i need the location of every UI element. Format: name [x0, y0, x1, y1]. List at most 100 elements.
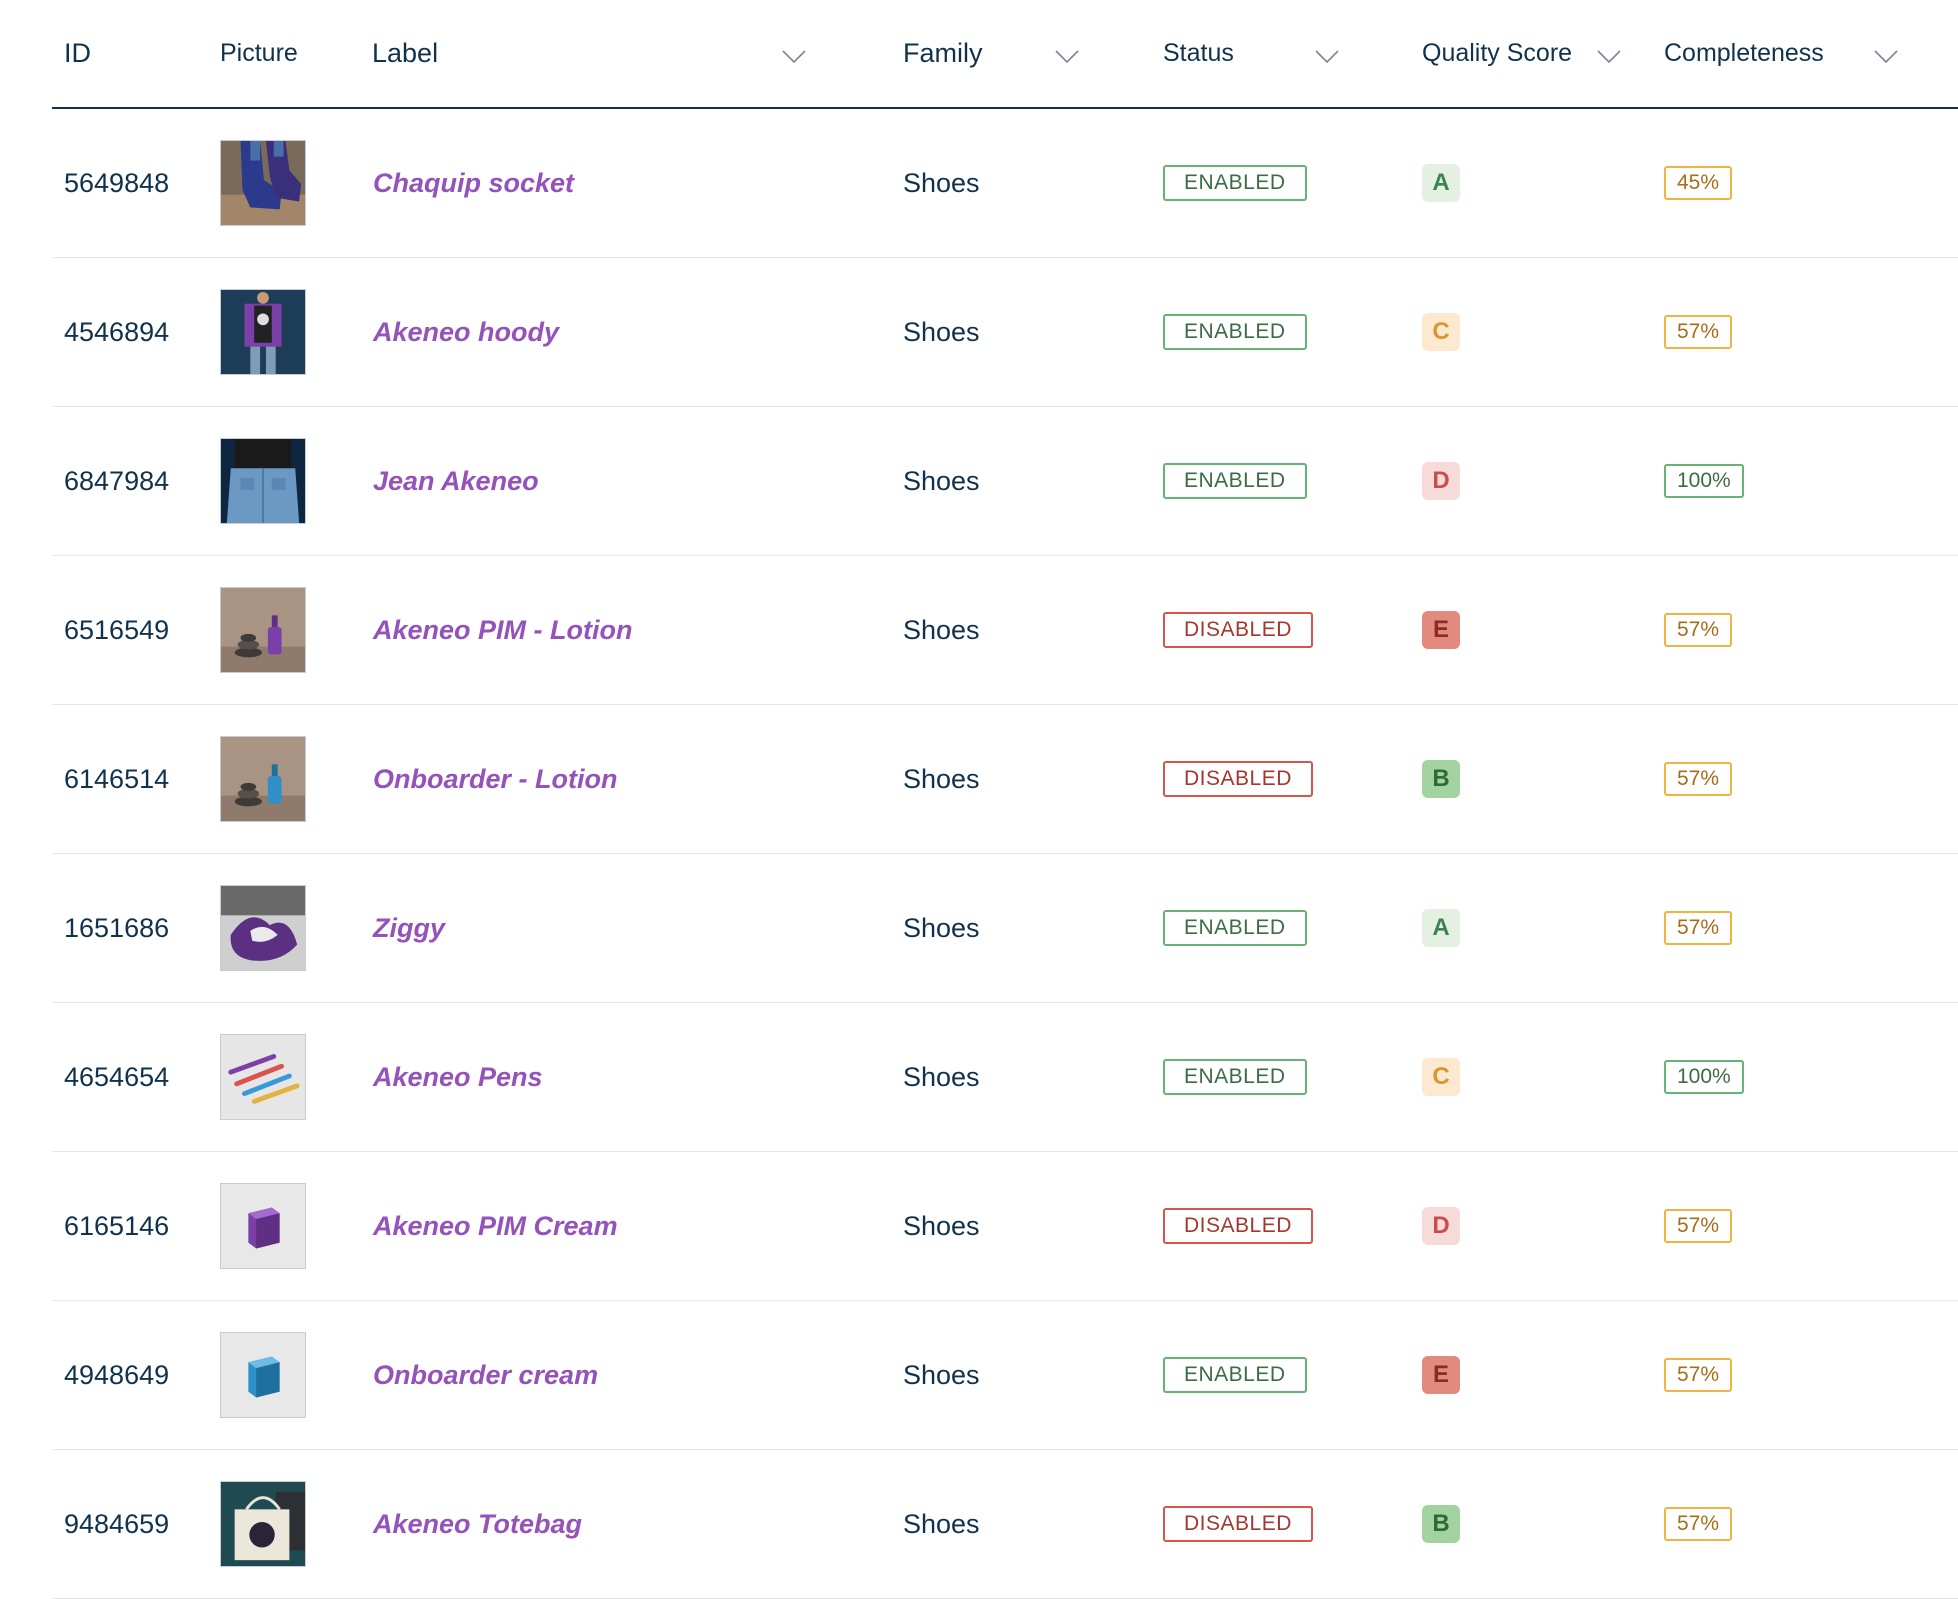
- table-row[interactable]: 4654654 Akeneo Pens Shoes ENABLED C 100%: [52, 1003, 1958, 1152]
- quality-score-badge: A: [1422, 164, 1460, 202]
- table-row[interactable]: 5649848 Chaquip socket Shoes ENABLED A 4…: [52, 109, 1958, 258]
- product-thumbnail[interactable]: [220, 1034, 306, 1120]
- product-label-link[interactable]: Akeneo Totebag: [373, 1450, 873, 1598]
- product-picture-cell: [220, 1301, 340, 1449]
- product-label-link[interactable]: Akeneo hoody: [373, 258, 873, 406]
- status-badge: DISABLED: [1163, 612, 1313, 648]
- product-family: Shoes: [903, 167, 980, 198]
- product-picture-cell: [220, 109, 340, 257]
- product-thumbnail[interactable]: [220, 1481, 306, 1567]
- product-id: 6516549: [64, 614, 170, 645]
- table-row[interactable]: 4948649 Onboarder cream Shoes ENABLED E …: [52, 1301, 1958, 1450]
- completeness-badge: 57%: [1664, 613, 1733, 647]
- quality-score-sort-chevron-icon[interactable]: [1597, 50, 1621, 64]
- status-badge: DISABLED: [1163, 1208, 1313, 1244]
- product-label-link[interactable]: Akeneo Pens: [373, 1003, 873, 1151]
- product-id: 6165146: [64, 1210, 170, 1241]
- column-header-picture: Picture: [220, 39, 298, 67]
- product-id: 4654654: [64, 1061, 170, 1092]
- label-sort-chevron-icon[interactable]: [782, 50, 806, 64]
- completeness-badge: 45%: [1664, 166, 1733, 200]
- product-family: Shoes: [903, 763, 980, 794]
- status-cell: ENABLED: [1163, 1003, 1393, 1151]
- product-id: 4948649: [64, 1359, 170, 1390]
- quality-score-badge: C: [1422, 313, 1460, 351]
- product-family: Shoes: [903, 912, 980, 943]
- product-thumbnail[interactable]: [220, 587, 306, 673]
- table-row[interactable]: 6165146 Akeneo PIM Cream Shoes DISABLED …: [52, 1152, 1958, 1301]
- completeness-badge: 100%: [1664, 464, 1744, 498]
- product-thumbnail[interactable]: [220, 289, 306, 375]
- product-grid: ID Picture Label Family Status Quality S…: [52, 0, 1958, 1599]
- quality-score-badge: B: [1422, 760, 1460, 798]
- completeness-badge: 57%: [1664, 1507, 1733, 1541]
- quality-score-cell: B: [1422, 705, 1622, 853]
- product-label-link[interactable]: Jean Akeneo: [373, 407, 873, 555]
- status-cell: DISABLED: [1163, 1450, 1393, 1598]
- completeness-cell: 57%: [1664, 556, 1914, 704]
- product-label-link[interactable]: Onboarder - Lotion: [373, 705, 873, 853]
- quality-score-cell: C: [1422, 1003, 1622, 1151]
- product-picture-cell: [220, 1152, 340, 1300]
- product-picture-cell: [220, 1450, 340, 1598]
- column-header-id[interactable]: ID: [64, 0, 204, 107]
- product-id: 9484659: [64, 1508, 170, 1539]
- quality-score-cell: D: [1422, 407, 1622, 555]
- table-row[interactable]: 9484659 Akeneo Totebag Shoes DISABLED B …: [52, 1450, 1958, 1599]
- status-cell: ENABLED: [1163, 258, 1393, 406]
- product-label-link[interactable]: Akeneo PIM Cream: [373, 1152, 873, 1300]
- product-id: 6146514: [64, 763, 170, 794]
- column-header-status[interactable]: Status: [1163, 0, 1393, 107]
- completeness-sort-chevron-icon[interactable]: [1874, 50, 1898, 64]
- quality-score-badge: D: [1422, 462, 1460, 500]
- quality-score-badge: B: [1422, 1505, 1460, 1543]
- status-cell: ENABLED: [1163, 407, 1393, 555]
- product-thumbnail[interactable]: [220, 438, 306, 524]
- completeness-badge: 100%: [1664, 1060, 1744, 1094]
- product-thumbnail[interactable]: [220, 885, 306, 971]
- table-row[interactable]: 6516549 Akeneo PIM - Lotion Shoes DISABL…: [52, 556, 1958, 705]
- status-badge: ENABLED: [1163, 165, 1307, 201]
- product-thumbnail[interactable]: [220, 1183, 306, 1269]
- product-label-link[interactable]: Chaquip socket: [373, 109, 873, 257]
- quality-score-cell: C: [1422, 258, 1622, 406]
- table-row[interactable]: 4546894 Akeneo hoody Shoes ENABLED C 57%: [52, 258, 1958, 407]
- status-badge: ENABLED: [1163, 1059, 1307, 1095]
- product-thumbnail[interactable]: [220, 140, 306, 226]
- completeness-badge: 57%: [1664, 762, 1733, 796]
- quality-score-badge: E: [1422, 611, 1460, 649]
- product-picture-cell: [220, 705, 340, 853]
- completeness-cell: 57%: [1664, 1152, 1914, 1300]
- table-row[interactable]: 6847984 Jean Akeneo Shoes ENABLED D 100%: [52, 407, 1958, 556]
- table-row[interactable]: 6146514 Onboarder - Lotion Shoes DISABLE…: [52, 705, 1958, 854]
- grid-body: 5649848 Chaquip socket Shoes ENABLED A 4…: [52, 109, 1958, 1599]
- quality-score-cell: A: [1422, 109, 1622, 257]
- quality-score-badge: E: [1422, 1356, 1460, 1394]
- status-sort-chevron-icon[interactable]: [1315, 50, 1339, 64]
- product-family: Shoes: [903, 1508, 980, 1539]
- status-cell: DISABLED: [1163, 705, 1393, 853]
- product-label-link[interactable]: Akeneo PIM - Lotion: [373, 556, 873, 704]
- table-row[interactable]: 1651686 Ziggy Shoes ENABLED A 57%: [52, 854, 1958, 1003]
- completeness-cell: 45%: [1664, 109, 1914, 257]
- product-thumbnail[interactable]: [220, 736, 306, 822]
- completeness-cell: 57%: [1664, 258, 1914, 406]
- product-picture-cell: [220, 1003, 340, 1151]
- family-sort-chevron-icon[interactable]: [1055, 50, 1079, 64]
- product-id: 5649848: [64, 167, 170, 198]
- completeness-badge: 57%: [1664, 315, 1733, 349]
- product-label-link[interactable]: Onboarder cream: [373, 1301, 873, 1449]
- product-label-link[interactable]: Ziggy: [373, 854, 873, 1002]
- completeness-cell: 57%: [1664, 1450, 1914, 1598]
- completeness-badge: 57%: [1664, 1358, 1733, 1392]
- column-header-quality-score[interactable]: Quality Score: [1422, 0, 1622, 107]
- product-thumbnail[interactable]: [220, 1332, 306, 1418]
- completeness-cell: 100%: [1664, 1003, 1914, 1151]
- product-id: 1651686: [64, 912, 170, 943]
- status-cell: ENABLED: [1163, 854, 1393, 1002]
- product-id: 4546894: [64, 316, 170, 347]
- product-family: Shoes: [903, 1210, 980, 1241]
- status-cell: DISABLED: [1163, 1152, 1393, 1300]
- product-family: Shoes: [903, 614, 980, 645]
- completeness-cell: 57%: [1664, 854, 1914, 1002]
